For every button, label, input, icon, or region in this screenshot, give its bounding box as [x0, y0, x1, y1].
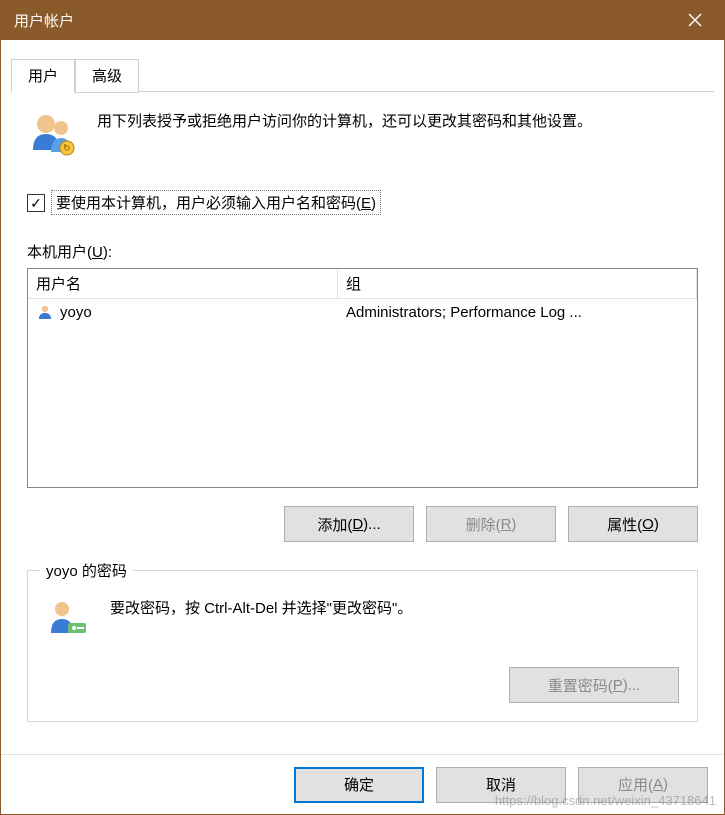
password-button-row: 重置密码(P)...	[46, 667, 679, 703]
dialog-buttons: 确定 取消 应用(A)	[1, 754, 724, 814]
password-groupbox: yoyo 的密码 要改密码，按 Ctrl-Alt-Del 并选择"更改密码"。 …	[27, 570, 698, 722]
intro-row: 用下列表授予或拒绝用户访问你的计算机，还可以更改其密码和其他设置。	[27, 110, 698, 162]
key-user-icon	[46, 597, 90, 641]
users-list-label: 本机用户(U):	[27, 241, 698, 262]
column-group[interactable]: 组	[338, 269, 697, 298]
user-icon	[36, 303, 54, 321]
cell-group: Administrators; Performance Log ...	[338, 302, 697, 323]
close-button[interactable]	[665, 0, 725, 40]
client-area: 用户 高级 用下列表授予或拒绝用户访问你的计算机，还可以更改其密码和其他设置。 …	[0, 40, 725, 815]
tabs: 用户 高级	[1, 40, 724, 92]
properties-button[interactable]: 属性(O)	[568, 506, 698, 542]
close-icon	[688, 13, 702, 27]
cancel-button[interactable]: 取消	[436, 767, 566, 803]
remove-button: 删除(R)	[426, 506, 556, 542]
list-item[interactable]: yoyo Administrators; Performance Log ...	[28, 299, 697, 325]
tab-advanced[interactable]: 高级	[75, 59, 139, 93]
password-text: 要改密码，按 Ctrl-Alt-Del 并选择"更改密码"。	[110, 597, 412, 621]
reset-password-button: 重置密码(P)...	[509, 667, 679, 703]
require-login-checkbox[interactable]: ✓ 要使用本计算机，用户必须输入用户名和密码(E)	[27, 190, 698, 215]
users-icon	[27, 110, 79, 162]
cell-username-text: yoyo	[60, 304, 92, 321]
listview-header: 用户名 组	[28, 269, 697, 299]
add-button[interactable]: 添加(D)...	[284, 506, 414, 542]
list-buttons: 添加(D)... 删除(R) 属性(O)	[27, 506, 698, 542]
tab-pane-users: 用下列表授予或拒绝用户访问你的计算机，还可以更改其密码和其他设置。 ✓ 要使用本…	[1, 92, 724, 740]
password-group-legend: yoyo 的密码	[40, 560, 133, 581]
cell-username: yoyo	[28, 301, 338, 323]
window-title: 用户帐户	[14, 10, 74, 31]
apply-button: 应用(A)	[578, 767, 708, 803]
intro-text: 用下列表授予或拒绝用户访问你的计算机，还可以更改其密码和其他设置。	[97, 110, 592, 162]
column-username[interactable]: 用户名	[28, 269, 338, 298]
checkbox-label: 要使用本计算机，用户必须输入用户名和密码(E)	[51, 190, 381, 215]
password-row: 要改密码，按 Ctrl-Alt-Del 并选择"更改密码"。	[46, 597, 679, 641]
users-listview[interactable]: 用户名 组 yoyo Administrators; Performance L…	[27, 268, 698, 488]
checkbox-mark-icon: ✓	[27, 194, 45, 212]
titlebar: 用户帐户	[0, 0, 725, 40]
ok-button[interactable]: 确定	[294, 767, 424, 803]
tab-users[interactable]: 用户	[11, 59, 75, 93]
